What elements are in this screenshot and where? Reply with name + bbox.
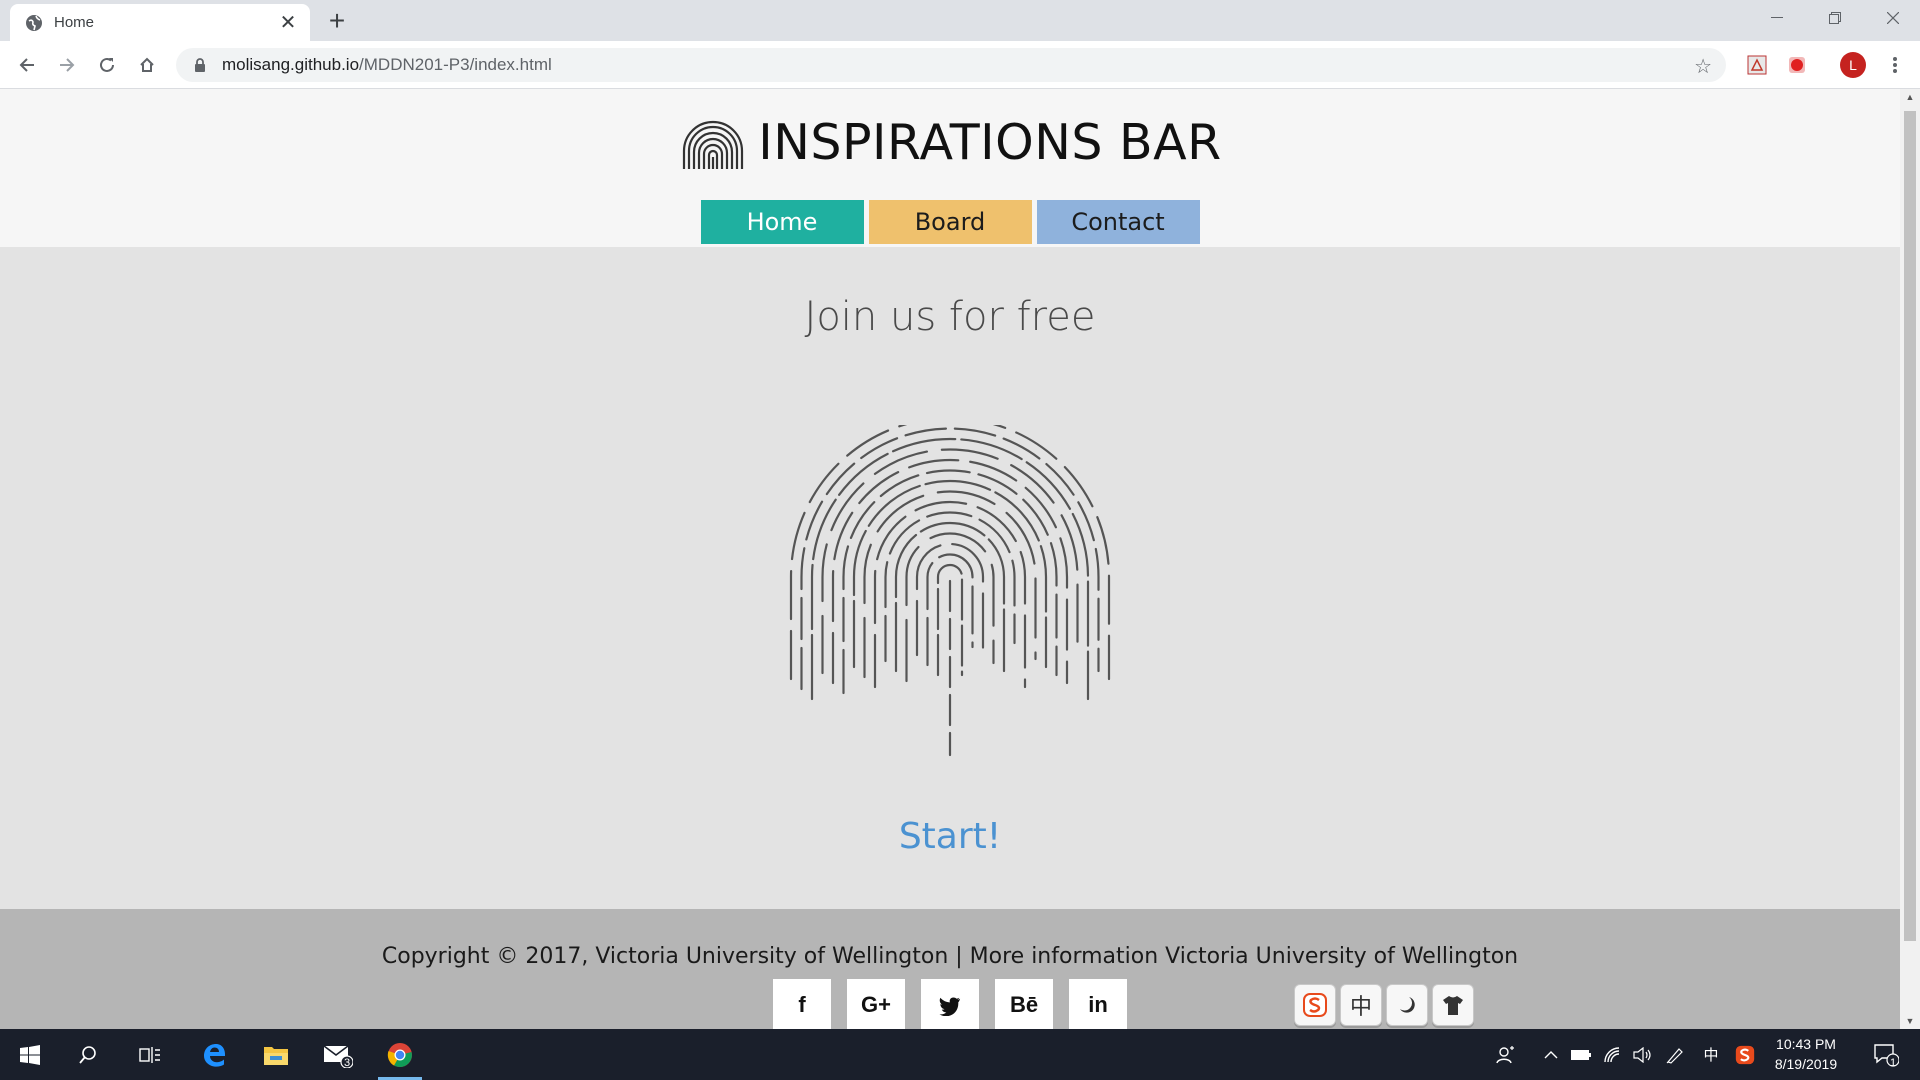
profile-avatar[interactable]: L [1840, 52, 1866, 78]
nav-home-link[interactable]: Home [700, 200, 864, 244]
fingerprint-graphic[interactable] [762, 425, 1138, 765]
ime-toolbar: 中 [1294, 984, 1478, 1026]
chrome-icon[interactable] [374, 1029, 426, 1080]
brand: INSPIRATIONS BAR [0, 111, 1900, 173]
windows-taskbar: 3 中 10:43 PM 8/19/2019 1 [0, 1029, 1920, 1080]
chinese-mode-icon[interactable]: 中 [1340, 984, 1382, 1026]
twitter-icon[interactable] [921, 979, 979, 1029]
browser-toolbar: molisang.github.io/MDDN201-P3/index.html… [0, 41, 1920, 89]
notification-center-icon[interactable]: 1 [1866, 1029, 1906, 1080]
edge-browser-icon[interactable] [188, 1029, 240, 1080]
url-text: molisang.github.io/MDDN201-P3/index.html [222, 55, 552, 75]
mail-icon[interactable]: 3 [312, 1029, 364, 1080]
headline: Join us for free [804, 294, 1096, 340]
google-plus-icon[interactable]: G+ [847, 979, 905, 1029]
volume-icon[interactable] [1628, 1029, 1658, 1080]
pdf-extension-icon[interactable] [1744, 52, 1770, 78]
address-bar[interactable]: molisang.github.io/MDDN201-P3/index.html… [176, 48, 1726, 82]
tab-title: Home [54, 14, 95, 31]
behance-icon[interactable]: Bē [995, 979, 1053, 1029]
browser-tab[interactable]: Home ✕ [10, 4, 310, 41]
sogou-tray-icon[interactable] [1730, 1029, 1760, 1080]
main-nav: Home Board Contact [0, 200, 1900, 244]
scroll-up-icon[interactable]: ▲ [1900, 89, 1920, 105]
fingerprint-logo-icon [683, 120, 744, 169]
close-window-icon[interactable] [1864, 0, 1920, 36]
site-header: INSPIRATIONS BAR Home Board Contact [0, 89, 1900, 247]
back-icon[interactable] [12, 50, 42, 80]
lock-icon[interactable] [192, 57, 208, 73]
reload-icon[interactable] [92, 50, 122, 80]
social-links: f G+ Bē in [0, 979, 1900, 1029]
restore-icon[interactable] [1806, 0, 1864, 36]
site-footer: Copyright © 2017, Victoria University of… [0, 909, 1900, 1029]
clock-time: 10:43 PM [1776, 1036, 1836, 1052]
globe-icon [24, 13, 44, 33]
minimize-icon[interactable] [1748, 0, 1806, 36]
system-clock[interactable]: 10:43 PM 8/19/2019 [1760, 1034, 1852, 1074]
page-scrollbar[interactable]: ▲ ▼ [1900, 89, 1920, 1029]
linkedin-icon[interactable]: in [1069, 979, 1127, 1029]
battery-icon[interactable] [1566, 1029, 1596, 1080]
mail-badge: 3 [344, 1057, 351, 1069]
extension-red-icon[interactable] [1784, 52, 1810, 78]
wifi-icon[interactable] [1598, 1029, 1628, 1080]
sogou-icon[interactable] [1294, 984, 1336, 1026]
moon-icon[interactable] [1386, 984, 1428, 1026]
chevron-up-icon[interactable] [1538, 1029, 1564, 1080]
tab-strip: Home ✕ + [0, 0, 1920, 41]
new-tab-button[interactable]: + [324, 6, 350, 36]
scrollbar-thumb[interactable] [1904, 111, 1916, 941]
task-view-icon[interactable] [124, 1029, 176, 1080]
start-link[interactable]: Start! [0, 816, 1900, 857]
file-explorer-icon[interactable] [250, 1029, 302, 1080]
ime-indicator[interactable]: 中 [1696, 1029, 1726, 1080]
skin-icon[interactable] [1432, 984, 1474, 1026]
page-viewport: INSPIRATIONS BAR Home Board Contact Join… [0, 89, 1900, 1029]
close-tab-icon[interactable]: ✕ [278, 10, 298, 35]
site-title: INSPIRATIONS BAR [758, 113, 1222, 171]
pen-icon[interactable] [1660, 1029, 1690, 1080]
clock-date: 8/19/2019 [1774, 1056, 1838, 1072]
windows-start-icon[interactable] [4, 1029, 56, 1080]
home-icon[interactable] [132, 50, 162, 80]
bookmark-star-icon[interactable]: ☆ [1694, 54, 1712, 79]
url-path: /MDDN201-P3/index.html [359, 55, 552, 74]
search-icon[interactable] [62, 1029, 114, 1080]
people-icon[interactable] [1492, 1029, 1520, 1080]
notification-count: 1 [1890, 1057, 1897, 1069]
facebook-icon[interactable]: f [773, 979, 831, 1029]
nav-contact-link[interactable]: Contact [1036, 200, 1200, 244]
copyright-text: Copyright © 2017, Victoria University of… [381, 944, 1519, 969]
menu-kebab-icon[interactable] [1880, 50, 1910, 80]
scroll-down-icon[interactable]: ▼ [1900, 1013, 1920, 1029]
forward-icon[interactable] [52, 50, 82, 80]
url-host: molisang.github.io [222, 55, 360, 74]
nav-board-link[interactable]: Board [868, 200, 1032, 244]
